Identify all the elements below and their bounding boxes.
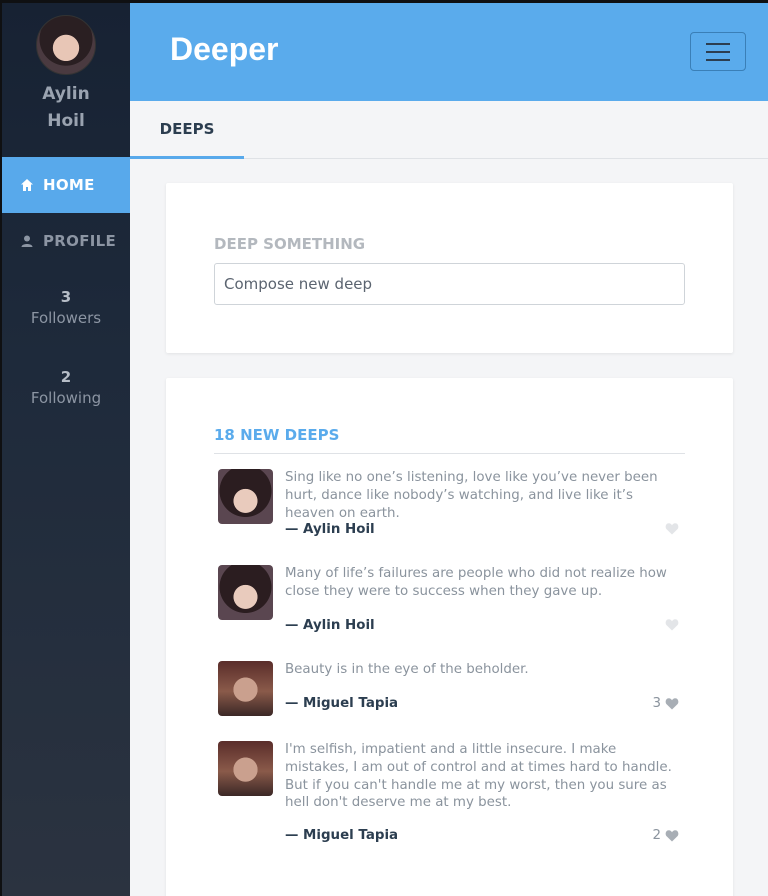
heart-icon bbox=[665, 523, 679, 535]
avatar[interactable] bbox=[218, 469, 273, 524]
avatar[interactable] bbox=[218, 661, 273, 716]
followers-stat[interactable]: 3 Followers bbox=[2, 287, 130, 329]
brand-title[interactable]: Deeper bbox=[170, 31, 279, 68]
sidebar-item-label: PROFILE bbox=[43, 232, 117, 250]
deep-author[interactable]: — Miguel Tapia bbox=[285, 696, 398, 711]
followers-count: 3 bbox=[60, 288, 72, 306]
like-count: 3 bbox=[652, 696, 661, 711]
list-item: Beauty is in the eye of the beholder. — … bbox=[218, 661, 685, 731]
sidebar: Aylin Hoil HOME PROFILE 3 Followers 2 Fo… bbox=[2, 3, 130, 896]
list-item: Many of life’s failures are people who d… bbox=[218, 565, 685, 645]
like-button[interactable]: 3 bbox=[652, 696, 679, 711]
deep-author[interactable]: — Aylin Hoil bbox=[285, 522, 375, 537]
deep-text: Sing like no one’s listening, love like … bbox=[285, 470, 658, 521]
heart-icon bbox=[665, 619, 679, 631]
home-icon bbox=[19, 177, 35, 193]
sidebar-item-home[interactable]: HOME bbox=[2, 157, 130, 213]
heart-icon bbox=[665, 830, 679, 842]
following-stat[interactable]: 2 Following bbox=[2, 367, 130, 409]
deep-author[interactable]: — Miguel Tapia bbox=[285, 828, 398, 843]
deep-author[interactable]: — Aylin Hoil bbox=[285, 618, 375, 633]
hamburger-icon bbox=[706, 42, 730, 45]
avatar[interactable] bbox=[36, 15, 96, 75]
deep-text: I'm selfish, impatient and a little inse… bbox=[285, 742, 672, 811]
compose-label: DEEP SOMETHING bbox=[214, 235, 366, 253]
like-count: 2 bbox=[652, 828, 661, 843]
hamburger-icon bbox=[706, 50, 730, 53]
feed-title: 18 NEW DEEPS bbox=[214, 426, 685, 454]
user-icon bbox=[19, 233, 35, 249]
deep-text: Beauty is in the eye of the beholder. bbox=[285, 662, 529, 677]
list-item: I'm selfish, impatient and a little inse… bbox=[218, 741, 685, 851]
compose-card: DEEP SOMETHING bbox=[166, 183, 733, 353]
followers-label: Followers bbox=[30, 309, 102, 327]
profile-name[interactable]: Aylin Hoil bbox=[2, 81, 130, 135]
like-button[interactable]: 2 bbox=[652, 828, 679, 843]
like-button[interactable] bbox=[661, 618, 679, 631]
menu-toggle-button[interactable] bbox=[690, 32, 746, 71]
tab-bar: DEEPS bbox=[130, 101, 768, 159]
avatar[interactable] bbox=[218, 741, 273, 796]
following-label: Following bbox=[30, 389, 102, 407]
sidebar-item-label: HOME bbox=[43, 176, 95, 194]
heart-icon bbox=[665, 698, 679, 710]
feed-card: 18 NEW DEEPS Sing like no one’s listenin… bbox=[166, 378, 733, 896]
hamburger-icon bbox=[706, 58, 730, 61]
deep-text: Many of life’s failures are people who d… bbox=[285, 566, 667, 599]
top-header: Deeper bbox=[130, 3, 768, 101]
like-button[interactable] bbox=[661, 522, 679, 535]
app-window: Aylin Hoil HOME PROFILE 3 Followers 2 Fo… bbox=[2, 3, 768, 896]
following-count: 2 bbox=[60, 368, 72, 386]
compose-input[interactable] bbox=[214, 263, 685, 305]
avatar[interactable] bbox=[218, 565, 273, 620]
list-item: Sing like no one’s listening, love like … bbox=[218, 469, 685, 549]
tab-deeps[interactable]: DEEPS bbox=[130, 101, 244, 159]
sidebar-item-profile[interactable]: PROFILE bbox=[2, 213, 130, 269]
profile-header: Aylin Hoil bbox=[2, 3, 130, 157]
